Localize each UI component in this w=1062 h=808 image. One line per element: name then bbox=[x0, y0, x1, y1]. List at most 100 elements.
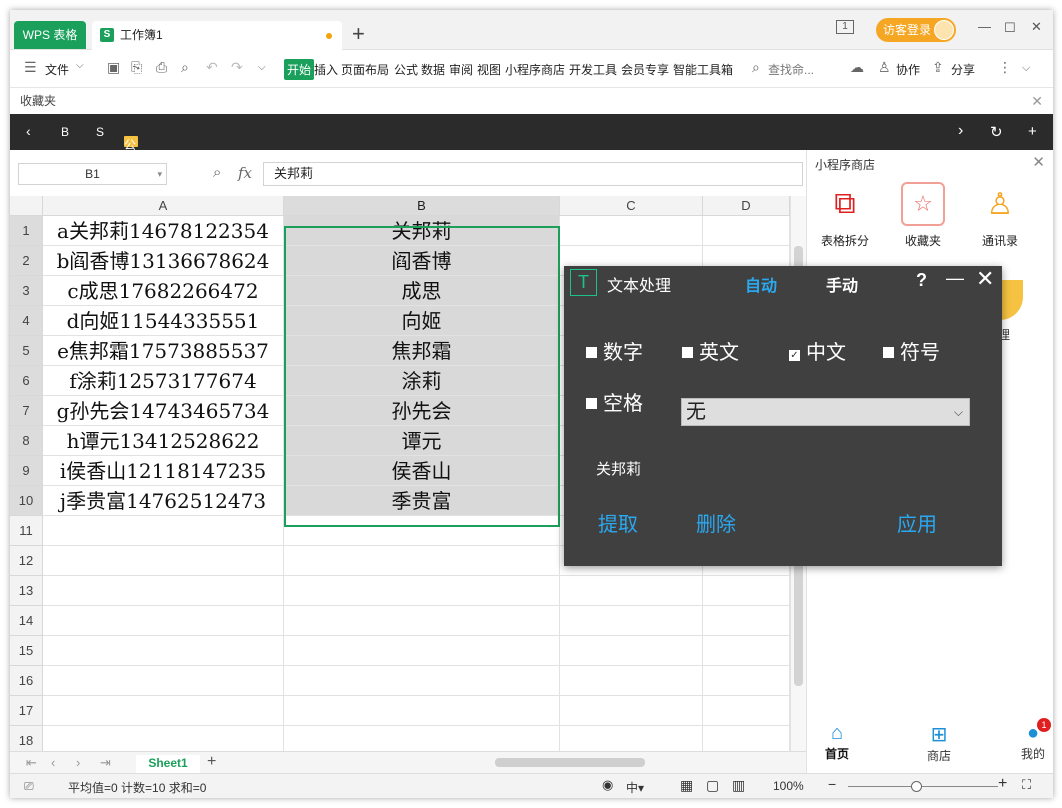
minimize-dialog-icon[interactable]: — bbox=[946, 268, 964, 289]
file-menu[interactable]: 文件 bbox=[45, 61, 69, 78]
chevron-down-icon[interactable]: ⌵ bbox=[76, 60, 84, 71]
fullscreen-icon[interactable]: ⛶ bbox=[1022, 777, 1031, 793]
column-header-c[interactable]: C bbox=[560, 196, 703, 216]
cell-b7[interactable]: 孙先会 bbox=[284, 396, 560, 426]
space-option-select[interactable]: 无 ⌵ bbox=[681, 398, 970, 426]
checkbox-english[interactable]: 英文 bbox=[682, 336, 739, 365]
command-search-input[interactable]: 查找命... bbox=[768, 61, 814, 78]
back-icon[interactable]: ‹ bbox=[26, 123, 31, 139]
nav-mine[interactable]: ● 1 我的 bbox=[1003, 718, 1062, 762]
cell-a14[interactable] bbox=[43, 606, 284, 636]
tab-view[interactable]: 视图 bbox=[477, 61, 501, 78]
eye-protect-icon[interactable]: ◉ bbox=[602, 777, 613, 793]
cell-c14[interactable] bbox=[560, 606, 703, 636]
name-box[interactable]: B1 ▾ bbox=[18, 163, 167, 185]
collaborate-button[interactable]: 协作 bbox=[896, 61, 920, 78]
guest-login-button[interactable]: 访客登录 bbox=[876, 18, 956, 42]
tab-insert[interactable]: 插入 bbox=[314, 61, 338, 78]
tab-developer[interactable]: 开发工具 bbox=[569, 61, 617, 78]
zoom-slider-knob[interactable] bbox=[911, 781, 922, 792]
preview-icon[interactable]: ⌕ bbox=[181, 59, 189, 76]
checkbox-symbol[interactable]: 符号 bbox=[883, 336, 940, 365]
extract-button[interactable]: 提取 bbox=[598, 508, 638, 537]
cell-d16[interactable] bbox=[703, 666, 790, 696]
zoom-search-icon[interactable]: ⌕ bbox=[213, 164, 221, 181]
tab-home[interactable]: 开始 bbox=[284, 59, 315, 80]
cell-b8[interactable]: 谭元 bbox=[284, 426, 560, 456]
cell-a5[interactable]: e焦邦霜17573885537 bbox=[43, 336, 284, 366]
cell-b2[interactable]: 阎香博 bbox=[284, 246, 560, 276]
nav-home[interactable]: ⌂ 首页 bbox=[807, 722, 867, 762]
cell-a6[interactable]: f涂莉12573177674 bbox=[43, 366, 284, 396]
next-sheet-icon[interactable]: › bbox=[76, 755, 80, 770]
select-all-corner[interactable] bbox=[10, 196, 43, 216]
cell-a7[interactable]: g孙先会14743465734 bbox=[43, 396, 284, 426]
new-tab-button[interactable]: + bbox=[352, 22, 365, 46]
zoom-in-icon[interactable]: + bbox=[998, 775, 1007, 793]
row-header[interactable]: 12 bbox=[10, 546, 43, 576]
close-window-icon[interactable]: ✕ bbox=[1031, 19, 1042, 41]
cell-a2[interactable]: b阎香博13136678624 bbox=[43, 246, 284, 276]
add-bookmark-icon[interactable]: + bbox=[1028, 123, 1037, 140]
cell-d14[interactable] bbox=[703, 606, 790, 636]
checkbox-box[interactable] bbox=[682, 347, 693, 358]
cell-a17[interactable] bbox=[43, 696, 284, 726]
cell-a4[interactable]: d向姬11544335551 bbox=[43, 306, 284, 336]
tab-manual[interactable]: 手动 bbox=[826, 272, 858, 296]
cell-c15[interactable] bbox=[560, 636, 703, 666]
cell-a8[interactable]: h谭元13412528622 bbox=[43, 426, 284, 456]
cell-b14[interactable] bbox=[284, 606, 560, 636]
zoom-level[interactable]: 100% bbox=[773, 779, 804, 793]
close-favorites-icon[interactable]: ✕ bbox=[1031, 89, 1043, 113]
more-icon[interactable]: ⋮ bbox=[998, 59, 1012, 76]
row-header[interactable]: 16 bbox=[10, 666, 43, 696]
save-icon[interactable]: ▣ bbox=[107, 59, 120, 76]
cell-a13[interactable] bbox=[43, 576, 284, 606]
app-table-split[interactable]: ⧉ 表格拆分 bbox=[815, 182, 875, 249]
macro-icon[interactable]: ⎚ bbox=[24, 779, 34, 794]
cell-c16[interactable] bbox=[560, 666, 703, 696]
share-button[interactable]: 分享 bbox=[951, 61, 975, 78]
search-icon[interactable]: ⌕ bbox=[752, 59, 760, 76]
fx-icon[interactable]: fx bbox=[238, 164, 252, 182]
tab-page-layout[interactable]: 页面布局 bbox=[341, 61, 389, 78]
tab-formula[interactable]: 公式 bbox=[394, 61, 418, 78]
row-header[interactable]: 8 bbox=[10, 426, 43, 456]
nav-store[interactable]: ⊞ 商店 bbox=[909, 722, 969, 764]
maximize-icon[interactable]: ☐ bbox=[1004, 20, 1016, 42]
close-panel-icon[interactable]: ✕ bbox=[1032, 153, 1045, 171]
row-header[interactable]: 9 bbox=[10, 456, 43, 486]
row-header[interactable]: 6 bbox=[10, 366, 43, 396]
tab-review[interactable]: 审阅 bbox=[449, 61, 473, 78]
row-header[interactable]: 2 bbox=[10, 246, 43, 276]
row-header[interactable]: 3 bbox=[10, 276, 43, 306]
normal-view-icon[interactable]: ▦ bbox=[680, 777, 693, 794]
row-header[interactable]: 14 bbox=[10, 606, 43, 636]
undo-icon[interactable]: ↶ bbox=[206, 59, 218, 76]
cell-a15[interactable] bbox=[43, 636, 284, 666]
column-header-d[interactable]: D bbox=[703, 196, 790, 216]
cell-c17[interactable] bbox=[560, 696, 703, 726]
checkbox-chinese[interactable]: ✓ 中文 bbox=[789, 336, 846, 365]
cell-b13[interactable] bbox=[284, 576, 560, 606]
tab-auto[interactable]: 自动 bbox=[745, 272, 777, 296]
row-header[interactable]: 10 bbox=[10, 486, 43, 516]
row-header[interactable]: 4 bbox=[10, 306, 43, 336]
cell-d15[interactable] bbox=[703, 636, 790, 666]
checkbox-box[interactable] bbox=[586, 398, 597, 409]
cell-a18[interactable] bbox=[43, 726, 284, 751]
export-icon[interactable]: ⎘ bbox=[131, 59, 142, 76]
checkbox-box[interactable] bbox=[586, 347, 597, 358]
cell-a1[interactable]: a关邦莉14678122354 bbox=[43, 216, 284, 246]
print-icon[interactable]: ⎙ bbox=[156, 59, 167, 76]
wps-home-tab[interactable]: WPS 表格 bbox=[14, 21, 86, 49]
cell-b3[interactable]: 成思 bbox=[284, 276, 560, 306]
cell-b17[interactable] bbox=[284, 696, 560, 726]
prev-sheet-icon[interactable]: ‹ bbox=[51, 755, 55, 770]
window-count-icon[interactable]: 1 bbox=[836, 20, 854, 34]
cell-b11[interactable] bbox=[284, 516, 560, 546]
tab-member[interactable]: 会员专享 bbox=[621, 61, 669, 78]
horizontal-scrollbar-thumb[interactable] bbox=[495, 758, 645, 767]
cell-a12[interactable] bbox=[43, 546, 284, 576]
help-icon[interactable]: ? bbox=[916, 270, 927, 291]
